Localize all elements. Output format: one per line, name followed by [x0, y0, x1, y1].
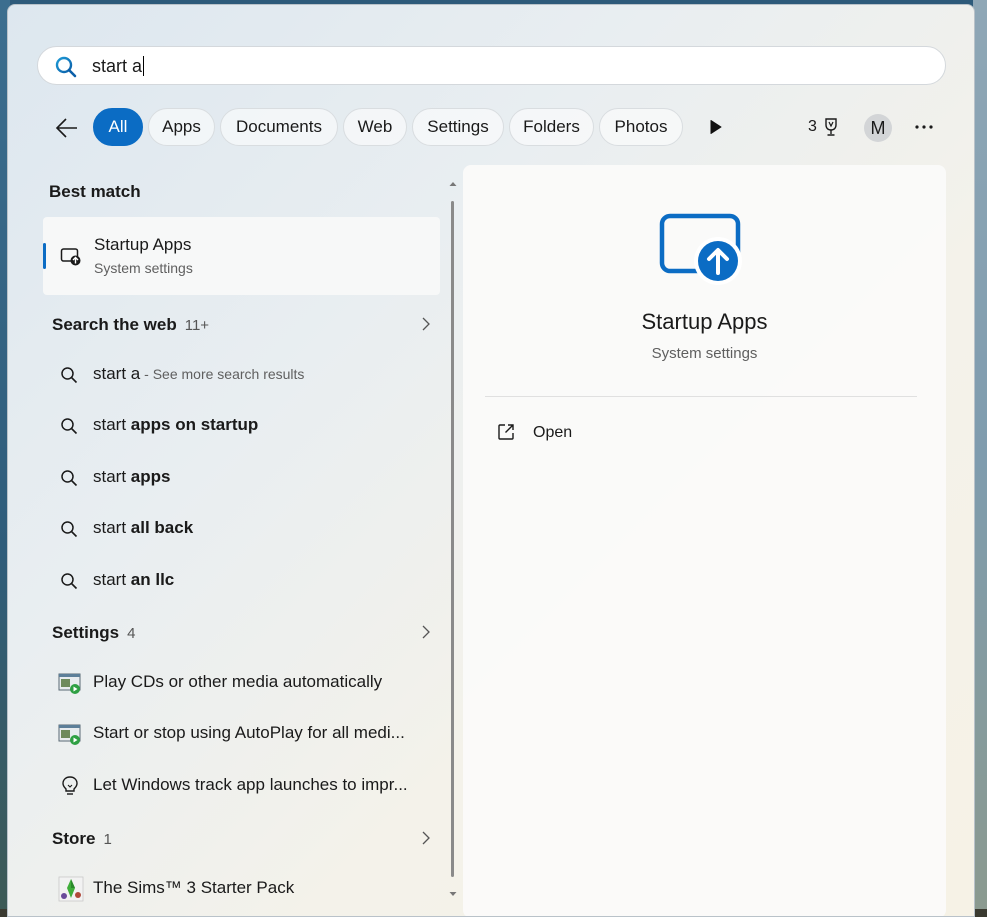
best-match-title: Startup Apps	[94, 235, 192, 254]
startup-apps-large-icon	[659, 213, 742, 285]
store-section-heading[interactable]: Store 1	[52, 829, 112, 849]
autoplay-icon	[58, 673, 81, 694]
suggestion-hint: - See more search results	[140, 366, 305, 382]
preview-title: Startup Apps	[641, 309, 768, 334]
preview-subtitle: System settings	[651, 345, 758, 362]
best-match-heading: Best match	[49, 182, 141, 201]
store-result-count: 1	[103, 831, 112, 848]
filter-tabs: All Apps Documents Web Settings Folders …	[8, 108, 974, 148]
search-icon	[55, 56, 77, 78]
suggestion-completion: apps on startup	[130, 415, 259, 434]
settings-result-label: Let Windows track app launches to impr..…	[93, 775, 408, 794]
preview-divider	[485, 396, 917, 397]
settings-section-heading[interactable]: Settings 4	[52, 623, 135, 643]
results-scrollbar[interactable]	[448, 179, 458, 899]
store-result[interactable]: The Sims™ 3 Starter Pack	[52, 864, 442, 914]
suggestion-text: start	[93, 518, 131, 537]
settings-result[interactable]: Start or stop using AutoPlay for all med…	[52, 709, 442, 759]
tab-web[interactable]: Web	[343, 108, 407, 146]
tab-folders[interactable]: Folders	[509, 108, 594, 146]
selection-indicator	[43, 243, 46, 269]
search-icon	[61, 367, 78, 384]
settings-result[interactable]: Play CDs or other media automatically	[52, 658, 442, 708]
chevron-right-icon[interactable]	[420, 625, 432, 639]
tab-photos[interactable]: Photos	[599, 108, 683, 146]
ellipsis-icon	[915, 125, 933, 129]
store-result-label: The Sims™ 3 Starter Pack	[93, 878, 295, 897]
text-caret	[143, 56, 145, 76]
suggestion-text: start	[93, 467, 131, 486]
tab-documents[interactable]: Documents	[220, 108, 338, 146]
web-suggestion[interactable]: start all back	[52, 504, 442, 554]
chevron-right-icon[interactable]	[420, 831, 432, 845]
autoplay-icon	[58, 724, 81, 745]
more-options-icon[interactable]	[913, 118, 935, 136]
web-section-heading[interactable]: Search the web 11+	[52, 315, 209, 335]
suggestion-completion: apps	[130, 467, 171, 486]
back-arrow-icon[interactable]	[54, 116, 80, 140]
search-icon	[61, 418, 78, 435]
sims-game-icon	[58, 876, 84, 902]
desktop-background-right	[973, 0, 987, 917]
more-tabs-play-icon[interactable]	[708, 119, 724, 135]
web-suggestion[interactable]: start apps on startup	[52, 401, 442, 451]
lightbulb-icon	[62, 776, 78, 795]
suggestion-text: start	[93, 570, 131, 589]
search-icon	[61, 521, 78, 538]
open-external-icon	[498, 424, 514, 440]
rewards-points[interactable]: 3	[808, 117, 841, 137]
web-suggestion[interactable]: start apps	[52, 453, 442, 503]
web-suggestion[interactable]: start a - See more search results	[52, 350, 442, 400]
scroll-down-arrow-icon[interactable]	[448, 889, 458, 899]
search-icon	[61, 470, 78, 487]
web-result-count: 11+	[184, 317, 210, 334]
search-input[interactable]: start a	[37, 46, 946, 85]
trophy-icon	[825, 118, 838, 136]
suggestion-text: start	[93, 415, 131, 434]
best-match-result[interactable]: Startup Apps System settings	[43, 217, 440, 295]
preview-pane: Startup Apps System settings Open	[463, 165, 946, 916]
tab-apps[interactable]: Apps	[148, 108, 215, 146]
startup-apps-icon	[60, 248, 81, 266]
suggestion-completion: all back	[130, 518, 194, 537]
search-query[interactable]: start a	[92, 56, 145, 76]
scroll-up-arrow-icon[interactable]	[448, 179, 458, 189]
tab-settings[interactable]: Settings	[412, 108, 504, 146]
open-button-label: Open	[533, 424, 573, 441]
chevron-right-icon[interactable]	[420, 317, 432, 331]
user-avatar[interactable]: M	[864, 114, 892, 142]
settings-result-label: Start or stop using AutoPlay for all med…	[93, 723, 405, 742]
search-window: start a All Apps Documents Web Settings …	[7, 4, 975, 917]
open-button[interactable]: Open	[497, 420, 657, 448]
search-icon	[61, 573, 78, 590]
scroll-thumb[interactable]	[451, 201, 454, 877]
suggestion-text: start a	[93, 364, 141, 383]
suggestion-completion: an llc	[130, 570, 175, 589]
tab-all[interactable]: All	[93, 108, 143, 146]
settings-result-count: 4	[127, 625, 136, 642]
web-suggestion[interactable]: start an llc	[52, 556, 442, 606]
best-match-subtitle: System settings	[94, 260, 193, 276]
settings-result[interactable]: Let Windows track app launches to impr..…	[52, 761, 442, 811]
settings-result-label: Play CDs or other media automatically	[93, 672, 383, 691]
